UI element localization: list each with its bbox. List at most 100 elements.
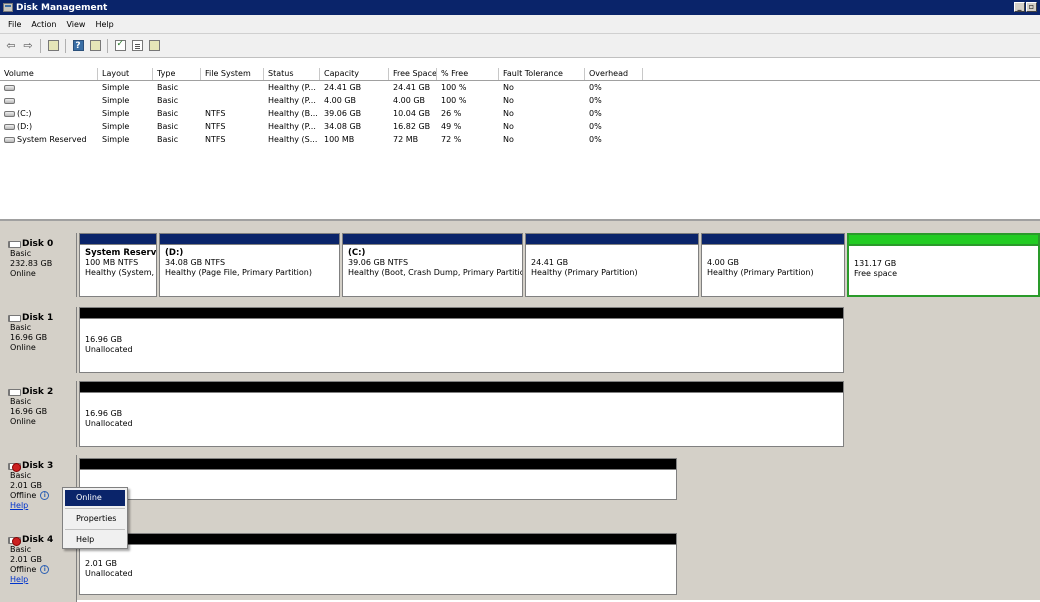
column-overhead[interactable]: Overhead (585, 68, 643, 80)
cell-status: Healthy (P... (268, 122, 316, 131)
show-hide-tree-icon[interactable] (46, 39, 60, 53)
column-capacity[interactable]: Capacity (320, 68, 389, 80)
column-status[interactable]: Status (264, 68, 320, 80)
cell-capacity: 39.06 GB (324, 109, 362, 118)
menu-bar: File Action View Help (0, 15, 1040, 34)
partition-unallocated[interactable]: 16.96 GB Unallocated (79, 307, 844, 373)
cell-percent-free: 49 % (441, 122, 462, 131)
menu-item-online[interactable]: Online (65, 490, 125, 506)
disk-type: Basic (10, 397, 32, 406)
column-file-system[interactable]: File System (201, 68, 264, 80)
partition-d[interactable]: (D:) 34.08 GB NTFS Healthy (Page File, P… (159, 233, 340, 297)
back-arrow-icon[interactable]: ⇦ (4, 39, 18, 53)
partition-system-reserved[interactable]: System Reserve 100 MB NTFS Healthy (Syst… (79, 233, 157, 297)
volume-icon (4, 110, 15, 117)
cell-free-space: 16.82 GB (393, 122, 431, 131)
partition-size: 131.17 GB (854, 259, 897, 268)
menu-item-properties[interactable]: Properties (65, 511, 125, 527)
info-icon[interactable]: i (40, 491, 50, 500)
disk-icon (8, 240, 21, 248)
disk-status: Offline (10, 565, 37, 574)
volume-row[interactable]: Simple Basic Healthy (P... 24.41 GB 24.41 GB… (0, 81, 1040, 94)
restore-button[interactable]: ▫ (1026, 2, 1037, 12)
column-volume[interactable]: Volume (0, 68, 98, 80)
cell-fault-tolerance: No (503, 83, 514, 92)
volume-name: System Reserved (17, 135, 87, 144)
partition-unlettered-1[interactable]: 24.41 GB Healthy (Primary Partition) (525, 233, 699, 297)
disk-partitions-4: 2.01 GB Unallocated (79, 529, 679, 597)
cell-type: Basic (157, 96, 179, 105)
toolbar-separator (40, 38, 41, 53)
volume-name: (C:) (17, 109, 32, 118)
cell-layout: Simple (102, 96, 130, 105)
cell-volume: (C:) (0, 107, 98, 120)
cell-volume (0, 81, 98, 94)
disk-size: 2.01 GB (10, 555, 43, 564)
forward-arrow-icon[interactable]: ⇨ (21, 39, 35, 53)
help-link[interactable]: Help (10, 501, 28, 510)
rescan-icon[interactable] (147, 39, 161, 53)
disk-info-1[interactable]: Disk 1 Basic 16.96 GB Online (0, 307, 77, 373)
properties-icon[interactable] (130, 39, 144, 53)
cell-file-system: NTFS (205, 135, 226, 144)
disk-info-2[interactable]: Disk 2 Basic 16.96 GB Online (0, 381, 77, 447)
cell-percent-free: 100 % (441, 83, 467, 92)
disk-row-1[interactable]: Disk 1 Basic 16.96 GB Online 16.96 GB Un… (0, 307, 846, 373)
menu-view[interactable]: View (61, 20, 90, 29)
console-icon[interactable] (88, 39, 102, 53)
partition-unlettered-2[interactable]: 4.00 GB Healthy (Primary Partition) (701, 233, 845, 297)
volume-row[interactable]: (D:) Simple Basic NTFS Healthy (P... 34.08 GB… (0, 120, 1040, 133)
column-type[interactable]: Type (153, 68, 201, 80)
partition-size: 34.08 GB NTFS (165, 258, 226, 267)
help-link[interactable]: Help (10, 575, 28, 584)
offline-disk-icon (8, 536, 21, 546)
disk-info-0[interactable]: Disk 0 Basic 232.83 GB Online (0, 233, 77, 297)
partition-status: Unallocated (85, 345, 133, 354)
volume-row[interactable]: Simple Basic Healthy (P... 4.00 GB 4.00 GB 10… (0, 94, 1040, 107)
cell-fault-tolerance: No (503, 109, 514, 118)
cell-type: Basic (157, 135, 179, 144)
partition-unallocated[interactable]: 16.96 GB Unallocated (79, 381, 844, 447)
partition-status: Healthy (Page File, Primary Partition) (165, 268, 312, 277)
cell-capacity: 24.41 GB (324, 83, 362, 92)
volume-list: Volume Layout Type File System Status Ca… (0, 68, 1040, 218)
partition-unallocated[interactable]: 2.01 GB Unallocated (79, 533, 677, 595)
volume-icon (4, 136, 15, 143)
column-percent-free[interactable]: % Free (437, 68, 499, 80)
partition-c[interactable]: (C:) 39.06 GB NTFS Healthy (Boot, Crash … (342, 233, 523, 297)
volume-list-body: Simple Basic Healthy (P... 24.41 GB 24.41 GB… (0, 81, 1040, 146)
disk-type: Basic (10, 471, 32, 480)
volume-row[interactable]: (C:) Simple Basic NTFS Healthy (B... 39.06 GB… (0, 107, 1040, 120)
partition-size: 4.00 GB (707, 258, 740, 267)
disk-row-2[interactable]: Disk 2 Basic 16.96 GB Online 16.96 GB Un… (0, 381, 846, 447)
volume-row[interactable]: System Reserved Simple Basic NTFS Healthy (S… (0, 133, 1040, 146)
cell-capacity: 100 MB (324, 135, 355, 144)
column-free-space[interactable]: Free Space (389, 68, 437, 80)
partition-status: Healthy (Primary Partition) (531, 268, 638, 277)
help-icon[interactable]: ? (71, 39, 85, 53)
partition-free-space[interactable]: 131.17 GB Free space (847, 233, 1040, 297)
cell-free-space: 4.00 GB (393, 96, 426, 105)
menu-item-help[interactable]: Help (65, 532, 125, 548)
cell-free-space: 24.41 GB (393, 83, 431, 92)
cell-file-system: NTFS (205, 122, 226, 131)
menu-action[interactable]: Action (26, 20, 61, 29)
info-icon[interactable]: i (40, 565, 50, 574)
disk-name: Disk 0 (22, 239, 54, 249)
partition-status: Unallocated (85, 569, 133, 578)
disk-management-icon (3, 3, 13, 12)
volume-icon (4, 97, 15, 104)
column-layout[interactable]: Layout (98, 68, 153, 80)
column-fault-tolerance[interactable]: Fault Tolerance (499, 68, 585, 80)
cell-overhead: 0% (589, 122, 602, 131)
cell-overhead: 0% (589, 109, 602, 118)
disk-status: Online (10, 269, 36, 278)
disk-row-0[interactable]: Disk 0 Basic 232.83 GB Online System Res… (0, 233, 1040, 297)
partition-unallocated[interactable] (79, 458, 677, 500)
minimize-button[interactable]: _ (1014, 2, 1025, 12)
menu-file[interactable]: File (3, 20, 26, 29)
cell-volume (0, 94, 98, 107)
menu-help[interactable]: Help (90, 20, 118, 29)
disk-partitions-0: System Reserve 100 MB NTFS Healthy (Syst… (79, 233, 1040, 297)
refresh-icon[interactable] (113, 39, 127, 53)
